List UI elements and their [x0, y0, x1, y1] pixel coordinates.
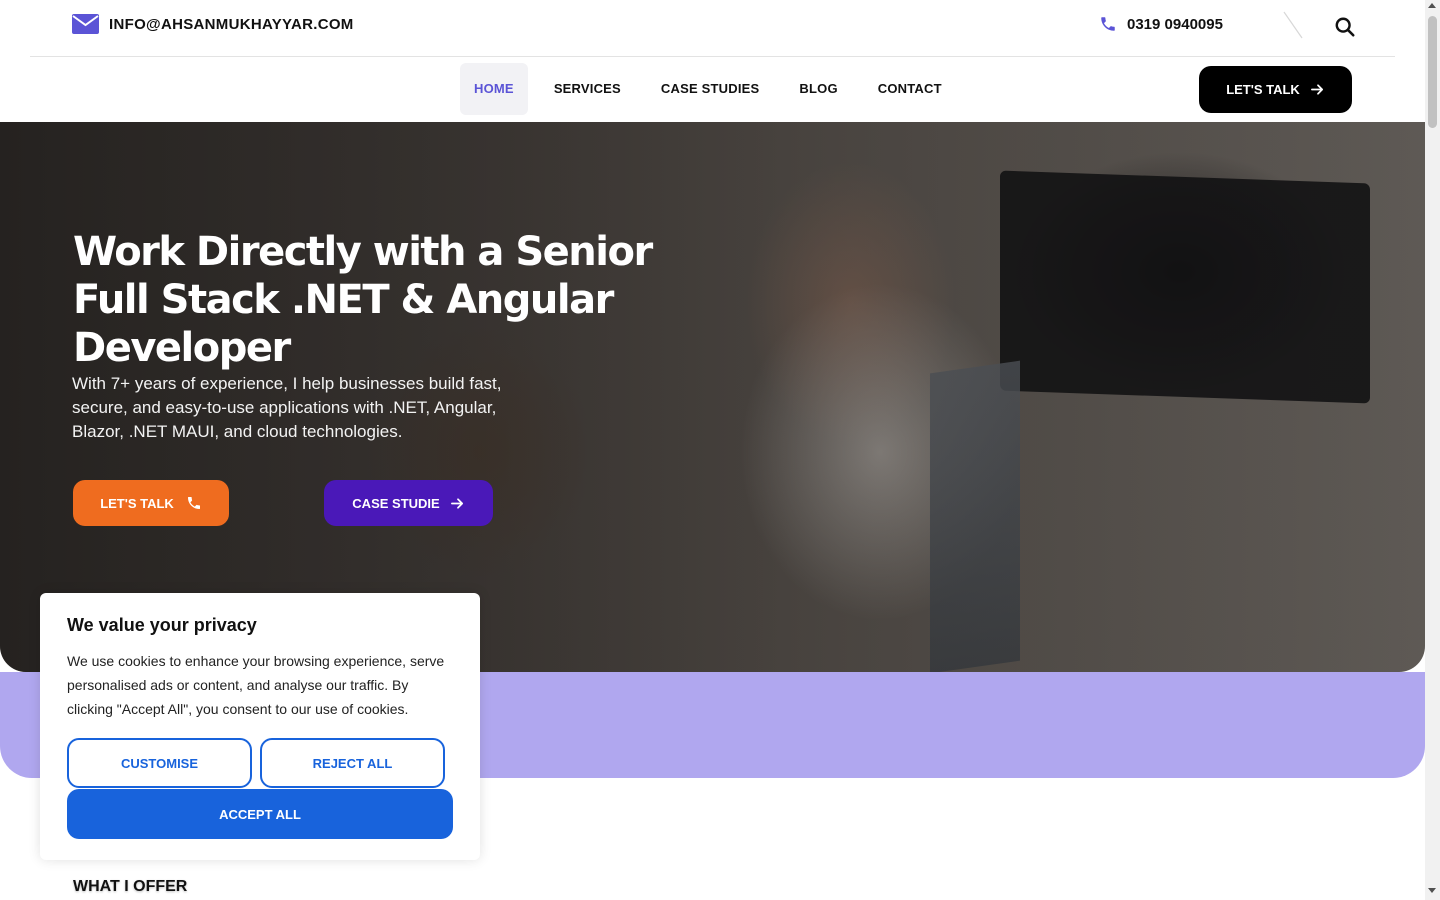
accept-all-button[interactable]: ACCEPT ALL: [67, 789, 453, 839]
nav-item-blog[interactable]: BLOG: [785, 63, 851, 115]
hero-title: Work Directly with a Senior Full Stack .…: [73, 229, 653, 371]
phone-text[interactable]: 0319 0940095: [1127, 16, 1223, 33]
email-text[interactable]: INFO@AHSANMUKHAYYAR.COM: [109, 16, 354, 33]
scroll-down-arrow[interactable]: [1428, 888, 1436, 893]
search-icon[interactable]: [1334, 16, 1356, 38]
case-studies-hero-button[interactable]: CASE STUDIE: [324, 480, 493, 526]
nav-links: HOME SERVICES CASE STUDIES BLOG CONTACT: [460, 63, 968, 115]
what-i-offer-heading: WHAT I OFFER: [73, 878, 188, 895]
divider-slash: [1283, 11, 1303, 39]
hero-section: Work Directly with a Senior Full Stack .…: [0, 122, 1425, 672]
arrow-right-icon: [1310, 84, 1323, 95]
nav-item-contact[interactable]: CONTACT: [864, 63, 956, 115]
lets-talk-nav-label: LET'S TALK: [1226, 82, 1300, 97]
lets-talk-hero-label: LET'S TALK: [100, 495, 174, 511]
main-navigation: HOME SERVICES CASE STUDIES BLOG CONTACT …: [0, 57, 1425, 122]
cookie-text: We use cookies to enhance your browsing …: [67, 653, 445, 717]
customise-button[interactable]: CUSTOMISE: [67, 738, 252, 788]
reject-all-button[interactable]: REJECT ALL: [260, 738, 445, 788]
scroll-up-arrow[interactable]: [1428, 3, 1436, 8]
page-scrollbar[interactable]: [1425, 0, 1440, 900]
top-contact-bar: INFO@AHSANMUKHAYYAR.COM 0319 0940095: [0, 0, 1425, 57]
nav-item-case-studies[interactable]: CASE STUDIES: [647, 63, 773, 115]
phone-icon: [187, 497, 200, 509]
arrow-right-icon: [450, 497, 463, 509]
case-studies-hero-label: CASE STUDIE: [352, 495, 440, 511]
lets-talk-hero-button[interactable]: LET'S TALK: [73, 480, 229, 526]
cookie-consent-dialog: We value your privacy We use cookies to …: [40, 593, 480, 860]
lets-talk-nav-button[interactable]: LET'S TALK: [1199, 66, 1352, 113]
scroll-thumb[interactable]: [1428, 16, 1437, 128]
nav-item-services[interactable]: SERVICES: [540, 63, 635, 115]
email-contact[interactable]: INFO@AHSANMUKHAYYAR.COM: [72, 14, 354, 34]
mail-icon: [72, 14, 99, 34]
phone-contact[interactable]: 0319 0940095: [1099, 15, 1223, 33]
hero-subtitle: With 7+ years of experience, I help busi…: [72, 374, 502, 441]
cookie-title: We value your privacy: [67, 615, 257, 635]
nav-item-home[interactable]: HOME: [460, 63, 528, 115]
phone-icon: [1101, 17, 1115, 31]
